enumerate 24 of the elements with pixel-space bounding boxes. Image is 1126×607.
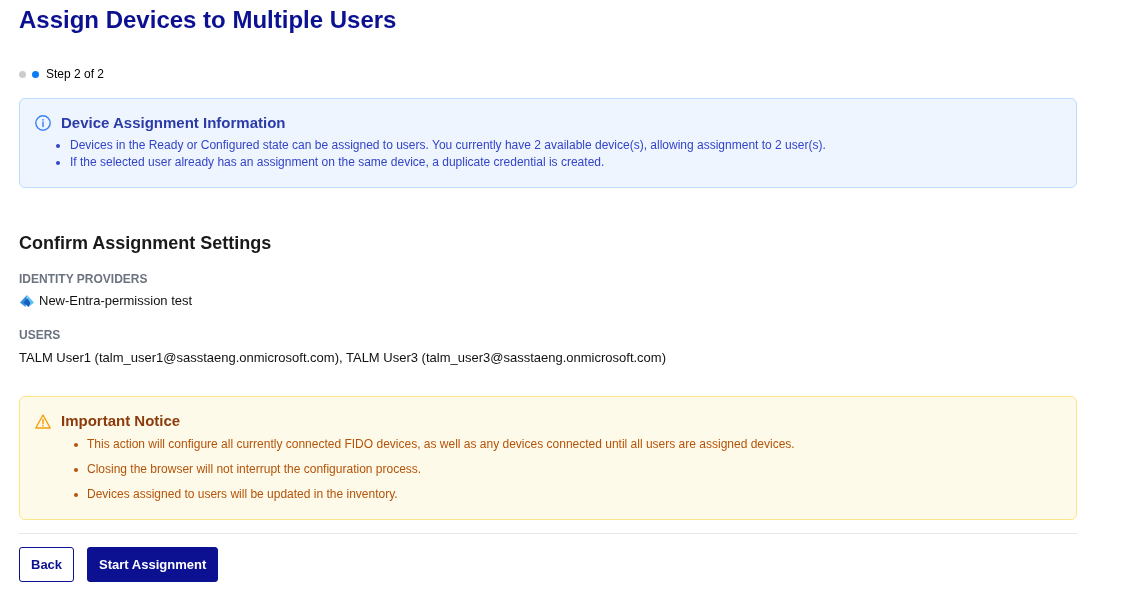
section-heading: Confirm Assignment Settings <box>19 232 272 255</box>
bullet-icon <box>74 467 78 472</box>
notice-title: Important Notice <box>61 411 181 431</box>
notice-text: This action will configure all currently connected FIDO devices, as well as any devices connected until all users are assigned devices. <box>87 436 795 453</box>
start-button[interactable]: Start Assignment <box>87 547 219 582</box>
notice-text: Devices assigned to users will be updated in the inventory. <box>87 486 398 503</box>
notice-text: Closing the browser will not interrupt the configuration process. <box>87 461 422 478</box>
provider-name: New-Entra-permission test <box>39 292 193 310</box>
field-label: USERS <box>19 327 61 343</box>
bullet-icon <box>74 492 78 497</box>
step-label: Step 2 of 2 <box>46 66 105 82</box>
bullet-icon <box>74 442 78 447</box>
info-title: Device Assignment Information <box>61 113 286 133</box>
bullet-icon <box>56 160 60 165</box>
warning-icon <box>35 413 51 429</box>
bullet-icon <box>56 143 60 148</box>
info-text: If the selected user already has an assignment on the same device, a duplicate credential is created. <box>70 154 605 171</box>
users-text: TALM User1 (talm_user1@sasstaeng.onmicrosoft.com), TALM User3 (talm_user3@sasstaeng.onmicrosoft.com) <box>19 349 666 367</box>
page-title: Assign Devices to Multiple Users <box>19 5 397 35</box>
field-label: IDENTITY PROVIDERS <box>19 271 148 287</box>
back-button[interactable]: Back <box>19 547 75 582</box>
pyramid-icon <box>20 295 34 307</box>
info-text: Devices in the Ready or Configured state can be assigned to users. You currently have 2 available device(s), allowing assignment to 2 user(s). <box>70 137 826 154</box>
info-icon <box>35 115 51 131</box>
